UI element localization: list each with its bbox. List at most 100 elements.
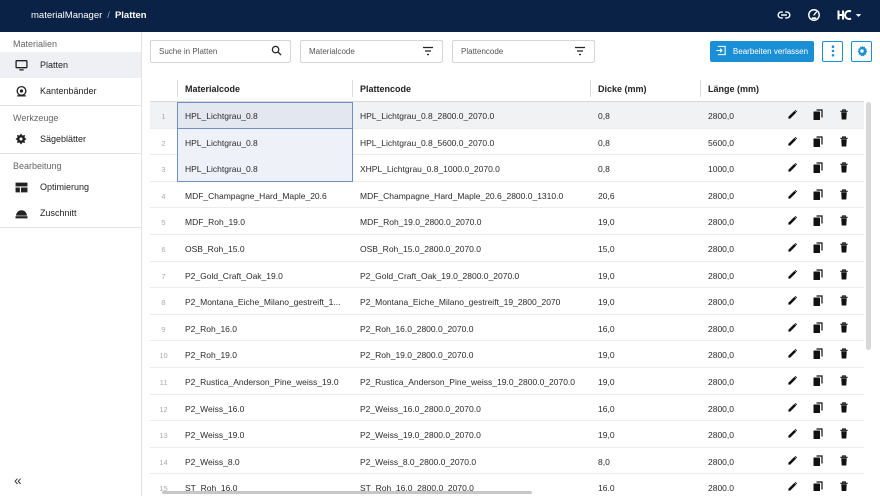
cell-plattencode[interactable]: HPL_Lichtgrau_0.8_5600.0_2070.0 — [360, 138, 588, 148]
edit-icon[interactable] — [787, 215, 798, 227]
vertical-scrollbar[interactable] — [866, 102, 871, 350]
copy-icon[interactable] — [813, 135, 824, 148]
delete-icon[interactable] — [839, 295, 849, 307]
sidebar-item-platten[interactable]: Platten — [0, 52, 141, 78]
cell-dicke[interactable]: 19,0 — [598, 350, 615, 360]
app-name[interactable]: materialManager — [31, 10, 102, 21]
cell-materialcode[interactable]: P2_Weiss_16.0 — [185, 404, 350, 414]
cell-dicke[interactable]: 20,6 — [598, 191, 615, 201]
cell-materialcode[interactable]: HPL_Lichtgrau_0.8 — [185, 138, 350, 148]
copy-icon[interactable] — [813, 455, 824, 467]
plattencode-filter[interactable]: Plattencode — [452, 40, 595, 63]
more-options-button[interactable] — [822, 41, 843, 62]
cell-laenge[interactable]: 2800,0 — [708, 404, 734, 414]
table-row[interactable]: 13 P2_Weiss_19.0 P2_Weiss_19.0_2800.0_2070… — [150, 421, 864, 448]
copy-icon[interactable] — [813, 268, 824, 281]
cell-materialcode[interactable]: MDF_Champagne_Hard_Maple_20.6 — [185, 191, 350, 201]
cell-materialcode[interactable]: P2_Roh_19.0 — [185, 350, 350, 360]
cell-dicke[interactable]: 0,8 — [598, 111, 610, 121]
cell-dicke[interactable]: 19,0 — [598, 217, 615, 227]
cell-laenge[interactable]: 1000,0 — [708, 164, 734, 174]
copy-icon[interactable] — [813, 109, 824, 121]
cell-plattencode[interactable]: HPL_Lichtgrau_0.8_2800.0_2070.0 — [360, 111, 588, 121]
cell-laenge[interactable]: 2800,0 — [708, 111, 734, 121]
cell-materialcode[interactable]: ST_Roh_16.0 — [185, 483, 350, 491]
edit-icon[interactable] — [787, 136, 798, 148]
edit-icon[interactable] — [787, 455, 798, 467]
cell-dicke[interactable]: 19,0 — [598, 297, 615, 307]
edit-icon[interactable] — [787, 189, 798, 201]
delete-icon[interactable] — [839, 268, 849, 281]
copy-icon[interactable] — [813, 401, 824, 414]
edit-icon[interactable] — [787, 375, 798, 387]
search-input[interactable]: Suche in Platten — [150, 40, 291, 63]
edit-icon[interactable] — [787, 348, 798, 360]
cell-laenge[interactable]: 2800,0 — [708, 324, 734, 334]
cell-plattencode[interactable]: P2_Weiss_16.0_2800.0_2070.0 — [360, 404, 588, 414]
edit-icon[interactable] — [787, 402, 798, 414]
table-row[interactable]: 10 P2_Roh_19.0 P2_Roh_19.0_2800.0_2070.0 19… — [150, 341, 864, 368]
cell-dicke[interactable]: 0,8 — [598, 138, 610, 148]
table-row[interactable]: 1 HPL_Lichtgrau_0.8 HPL_Lichtgrau_0.8_2800… — [150, 102, 864, 129]
cell-dicke[interactable]: 16,0 — [598, 324, 615, 334]
materialcode-filter[interactable]: Materialcode — [300, 40, 443, 63]
delete-icon[interactable] — [839, 375, 849, 387]
collapse-sidebar-icon[interactable]: « — [14, 472, 22, 488]
cell-laenge[interactable]: 2800,0 — [708, 217, 734, 227]
cell-materialcode[interactable]: P2_Roh_16.0 — [185, 324, 350, 334]
copy-icon[interactable] — [813, 428, 824, 440]
sidebar-item-kantenbaender[interactable]: Kantenbänder — [0, 78, 141, 104]
cell-laenge[interactable]: 2800,0 — [708, 350, 734, 360]
delete-icon[interactable] — [839, 215, 849, 227]
cell-materialcode[interactable]: P2_Weiss_8.0 — [185, 457, 350, 467]
table-row[interactable]: 5 MDF_Roh_19.0 MDF_Roh_19.0_2800.0_2070.0 1… — [150, 208, 864, 235]
table-row[interactable]: 6 OSB_Roh_15.0 OSB_Roh_15.0_2800.0_2070.0 1… — [150, 235, 864, 262]
table-row[interactable]: 3 HPL_Lichtgrau_0.8 XHPL_Lichtgrau_0.8_100… — [150, 155, 864, 182]
sidebar-item-saegeblaetter[interactable]: Sägeblätter — [0, 126, 141, 152]
cell-dicke[interactable]: 19,0 — [598, 271, 615, 281]
cell-laenge[interactable]: 2800,0 — [708, 430, 734, 440]
sidebar-item-optimierung[interactable]: Optimierung — [0, 174, 141, 200]
copy-icon[interactable] — [813, 322, 824, 334]
cell-laenge[interactable]: 2800,0 — [708, 297, 734, 307]
copy-icon[interactable] — [813, 162, 824, 174]
cell-plattencode[interactable]: P2_Weiss_19.0_2800.0_2070.0 — [360, 430, 588, 440]
copy-icon[interactable] — [813, 215, 824, 227]
cell-plattencode[interactable]: P2_Montana_Eiche_Milano_gestreift_19_280… — [360, 297, 588, 307]
cell-materialcode[interactable]: HPL_Lichtgrau_0.8 — [185, 164, 350, 174]
table-row[interactable]: 7 P2_Gold_Craft_Oak_19.0 P2_Gold_Craft_Oak… — [150, 262, 864, 289]
exit-edit-button[interactable]: Bearbeiten verlassen — [710, 41, 814, 62]
cell-plattencode[interactable]: ST_Roh_16.0_2800.0_2070.0 — [360, 483, 588, 491]
delete-icon[interactable] — [839, 135, 849, 148]
cell-plattencode[interactable]: MDF_Champagne_Hard_Maple_20.6_2800.0_131… — [360, 191, 588, 201]
cell-plattencode[interactable]: P2_Rustica_Anderson_Pine_weiss_19.0_2800… — [360, 377, 588, 387]
cell-dicke[interactable]: 16,0 — [598, 483, 615, 491]
table-row[interactable]: 15 ST_Roh_16.0 ST_Roh_16.0_2800.0_2070.0 16… — [150, 474, 864, 491]
column-header-materialcode[interactable]: Materialcode — [185, 84, 240, 94]
edit-icon[interactable] — [787, 109, 798, 121]
cell-dicke[interactable]: 8,0 — [598, 457, 610, 467]
table-row[interactable]: 4 MDF_Champagne_Hard_Maple_20.6 MDF_Champa… — [150, 182, 864, 209]
column-header-dicke[interactable]: Dicke (mm) — [598, 84, 647, 94]
cell-laenge[interactable]: 2800,0 — [708, 377, 734, 387]
cell-dicke[interactable]: 19,0 — [598, 377, 615, 387]
table-row[interactable]: 14 P2_Weiss_8.0 P2_Weiss_8.0_2800.0_2070.0… — [150, 448, 864, 475]
cell-laenge[interactable]: 2800,0 — [708, 457, 734, 467]
table-row[interactable]: 11 P2_Rustica_Anderson_Pine_weiss_19.0 P2_… — [150, 368, 864, 395]
column-header-laenge[interactable]: Länge (mm) — [708, 84, 759, 94]
table-row[interactable]: 8 P2_Montana_Eiche_Milano_gestreift_1... P… — [150, 288, 864, 315]
cell-dicke[interactable]: 15,0 — [598, 244, 615, 254]
cell-laenge[interactable]: 5600,0 — [708, 138, 734, 148]
column-header-plattencode[interactable]: Plattencode — [360, 84, 411, 94]
copy-icon[interactable] — [813, 348, 824, 360]
cell-plattencode[interactable]: P2_Roh_19.0_2800.0_2070.0 — [360, 350, 588, 360]
cell-materialcode[interactable]: MDF_Roh_19.0 — [185, 217, 350, 227]
horizontal-scrollbar[interactable] — [152, 491, 862, 495]
company-logo-menu[interactable] — [837, 8, 862, 22]
delete-icon[interactable] — [839, 242, 849, 254]
delete-icon[interactable] — [839, 401, 849, 414]
sidebar-item-zuschnitt[interactable]: Zuschnitt — [0, 200, 141, 226]
delete-icon[interactable] — [839, 189, 849, 201]
cell-materialcode[interactable]: P2_Weiss_19.0 — [185, 430, 350, 440]
edit-icon[interactable] — [787, 481, 798, 491]
